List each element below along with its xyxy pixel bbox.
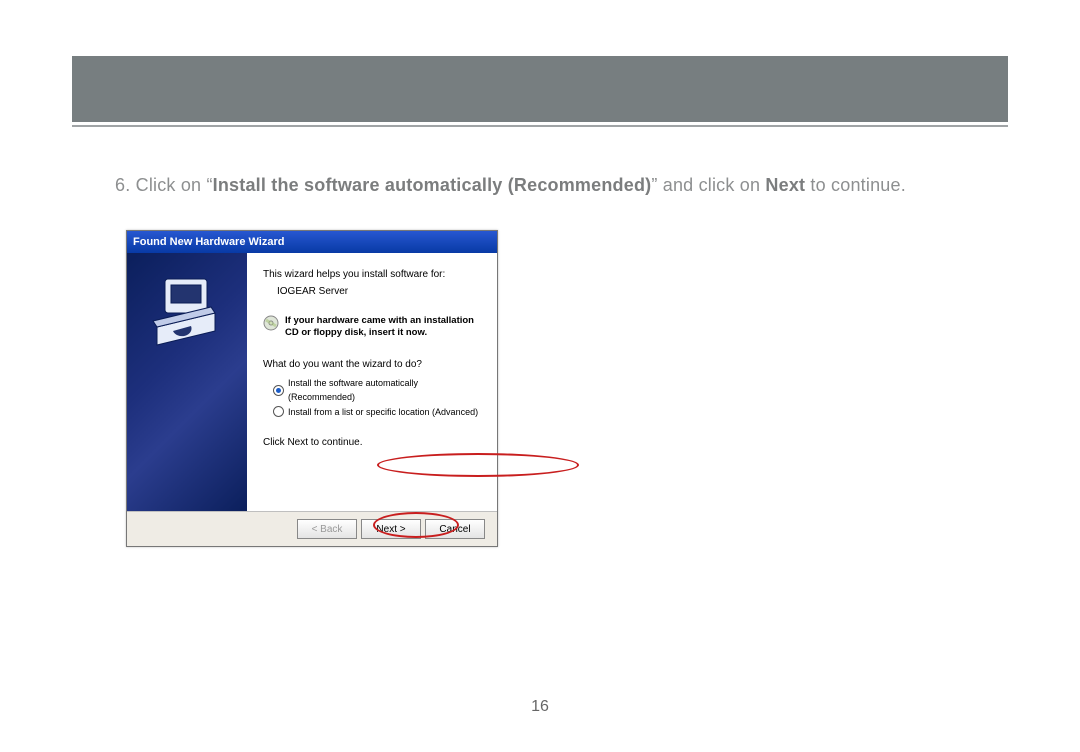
wizard-intro: This wizard helps you install software f…: [263, 269, 481, 280]
radio-unselected-icon: [273, 406, 284, 417]
wizard-prompt: What do you want the wizard to do?: [263, 359, 481, 370]
header-rule: [72, 125, 1008, 127]
wizard-continue-hint: Click Next to continue.: [263, 437, 481, 448]
instruction-bold-option: Install the software automatically (Reco…: [213, 175, 652, 195]
instruction-bold-next: Next: [765, 175, 805, 195]
document-page: 6. Click on “Install the software automa…: [0, 0, 1080, 752]
page-number: 16: [0, 698, 1080, 716]
option-install-auto[interactable]: Install the software automatically (Reco…: [273, 376, 481, 405]
cd-icon: [263, 315, 279, 331]
wizard-titlebar[interactable]: Found New Hardware Wizard: [127, 231, 497, 253]
wizard-cd-hint: If your hardware came with an installati…: [263, 315, 481, 339]
cancel-button[interactable]: Cancel: [425, 519, 485, 539]
highlight-ellipse-option: [377, 453, 579, 477]
next-button[interactable]: Next >: [361, 519, 421, 539]
step-number: 6.: [115, 175, 130, 195]
header-bar: [72, 56, 1008, 122]
wizard-device-name: IOGEAR Server: [277, 286, 481, 297]
instruction-step-6: 6. Click on “Install the software automa…: [115, 175, 1008, 196]
option-install-list[interactable]: Install from a list or specific location…: [273, 405, 481, 419]
wizard-content: This wizard helps you install software f…: [247, 253, 497, 511]
wizard-button-bar: < Back Next > Cancel: [127, 511, 497, 546]
wizard-body: This wizard helps you install software f…: [127, 253, 497, 511]
wizard-options: Install the software automatically (Reco…: [273, 376, 481, 419]
radio-selected-icon: [273, 385, 284, 396]
back-button[interactable]: < Back: [297, 519, 357, 539]
wizard-banner: [127, 253, 247, 511]
found-new-hardware-wizard: Found New Hardware Wizard This wizard he…: [126, 230, 498, 547]
wizard-banner-icon: [137, 273, 237, 363]
